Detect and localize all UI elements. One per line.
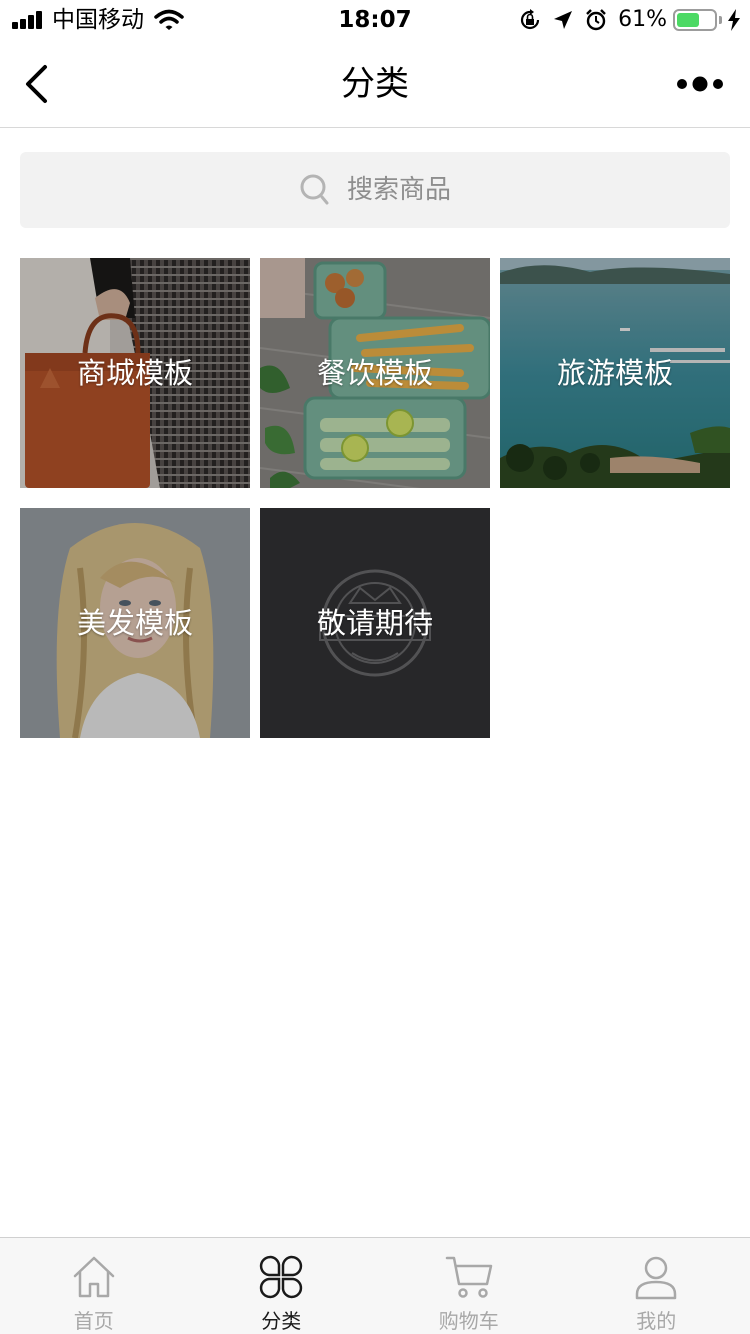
search-input[interactable]: 搜索商品 <box>20 152 730 228</box>
category-tile-travel[interactable]: 旅游模板 <box>500 258 730 488</box>
charging-icon <box>728 9 740 31</box>
tab-category[interactable]: 分类 <box>188 1238 376 1334</box>
category-label: 旅游模板 <box>556 356 673 390</box>
category-tile-coming-soon[interactable]: 敬请期待 <box>260 508 490 738</box>
profile-icon <box>632 1252 680 1302</box>
alarm-icon <box>584 8 608 32</box>
tab-label: 首页 <box>73 1309 114 1333</box>
nav-bar: 分类 <box>0 40 750 128</box>
battery-percent: 61% <box>618 7 667 32</box>
category-tile-mall[interactable]: 商城模板 <box>20 258 250 488</box>
tab-label: 分类 <box>261 1309 302 1333</box>
tab-label: 我的 <box>636 1309 677 1333</box>
more-button[interactable] <box>670 68 730 100</box>
category-label: 餐饮模板 <box>316 356 433 390</box>
category-tile-hair[interactable]: 美发模板 <box>20 508 250 738</box>
home-icon <box>70 1252 118 1302</box>
battery-cap <box>719 16 722 24</box>
status-bar: 中国移动 18:07 61% <box>0 0 750 40</box>
battery-icon <box>673 9 717 31</box>
tab-cart[interactable]: 购物车 <box>375 1238 563 1334</box>
more-dots-icon <box>677 76 723 92</box>
rotation-lock-icon <box>518 8 542 32</box>
tab-profile[interactable]: 我的 <box>563 1238 750 1334</box>
page-title: 分类 <box>341 64 409 104</box>
category-label: 美发模板 <box>76 606 193 640</box>
location-icon <box>552 9 574 31</box>
category-tile-dining[interactable]: 餐饮模板 <box>260 258 490 488</box>
status-right: 61% <box>508 7 740 33</box>
category-icon <box>257 1252 305 1302</box>
search-placeholder: 搜索商品 <box>346 175 451 205</box>
cart-icon <box>445 1252 493 1302</box>
category-label: 敬请期待 <box>316 606 433 640</box>
battery-fill <box>677 13 699 27</box>
search-icon <box>299 173 333 207</box>
tab-label: 购物车 <box>438 1309 499 1333</box>
tab-home[interactable]: 首页 <box>0 1238 188 1334</box>
tab-bar: 首页 分类 购物车 我的 <box>0 1237 750 1334</box>
category-label: 商城模板 <box>76 356 193 390</box>
